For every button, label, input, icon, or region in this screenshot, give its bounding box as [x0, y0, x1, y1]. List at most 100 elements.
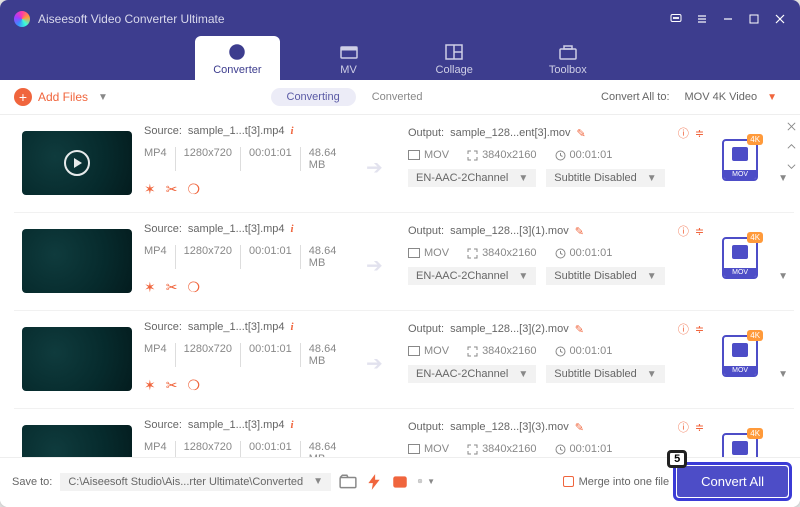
feedback-icon[interactable]	[670, 13, 682, 25]
save-path-select[interactable]: C:\Aiseesoft Studio\Ais...rter Ultimate\…	[60, 473, 331, 491]
menu-icon[interactable]	[696, 13, 708, 25]
info-icon[interactable]: i	[291, 321, 294, 333]
source-duration: 00:01:01	[240, 147, 292, 171]
output-resolution: 3840x2160	[482, 247, 536, 259]
source-filename: sample_1...t[3].mp4	[188, 419, 285, 431]
output-label: Output:	[408, 323, 444, 335]
open-folder-icon[interactable]	[339, 473, 357, 491]
tab-converter[interactable]: Converter	[195, 36, 279, 80]
edit-icon[interactable]: ✶	[144, 181, 156, 198]
compress-icon[interactable]: ≑	[695, 127, 704, 140]
compress-icon[interactable]: ≑	[695, 323, 704, 336]
subtitle-select[interactable]: Subtitle Disabled▼	[546, 365, 664, 383]
merge-checkbox[interactable]: Merge into one file	[563, 476, 670, 488]
audio-track-select[interactable]: EN-AAC-2Channel ▼	[408, 169, 536, 187]
save-path-value: C:\Aiseesoft Studio\Ais...rter Ultimate\…	[68, 476, 303, 488]
output-format: MOV	[424, 149, 449, 161]
source-duration: 00:01:01	[240, 441, 292, 457]
warn-icon[interactable]: ⓘ	[678, 125, 689, 141]
output-format: MOV	[424, 345, 449, 357]
video-thumbnail[interactable]	[22, 229, 132, 293]
output-filename: sample_128...ent[3].mov	[450, 127, 570, 139]
row-format-select[interactable]: MOV	[722, 237, 758, 279]
warn-icon[interactable]: ⓘ	[678, 321, 689, 337]
source-duration: 00:01:01	[240, 343, 292, 367]
high-speed-icon[interactable]	[391, 473, 409, 491]
convert-all-to-label: Convert All to:	[601, 91, 669, 103]
maximize-icon[interactable]	[748, 13, 760, 25]
tab-converted[interactable]: Converted	[356, 88, 439, 106]
enhance-icon[interactable]: ❍	[187, 377, 200, 394]
chevron-down-icon: ▼	[98, 92, 108, 103]
video-thumbnail[interactable]	[22, 131, 132, 195]
output-label: Output:	[408, 127, 444, 139]
audio-track-select[interactable]: EN-AAC-2Channel▼	[408, 365, 536, 383]
tab-mv[interactable]: MV	[320, 36, 378, 80]
checkbox-icon	[563, 476, 574, 487]
edit-icon[interactable]: ✶	[144, 377, 156, 394]
chevron-down-icon: ▼	[778, 271, 788, 282]
merge-label: Merge into one file	[579, 476, 670, 488]
chevron-down-icon: ▼	[518, 173, 528, 184]
output-format-value: MOV 4K Video	[685, 91, 758, 103]
chevron-down-icon: ▼	[647, 173, 657, 184]
enhance-icon[interactable]: ❍	[187, 279, 200, 296]
minimize-icon[interactable]	[722, 13, 734, 25]
pencil-icon[interactable]: ✎	[575, 225, 584, 238]
row-format-select[interactable]: MOV	[722, 335, 758, 377]
info-icon[interactable]: i	[291, 125, 294, 137]
row-format-select[interactable]: MOV	[722, 433, 758, 457]
source-label: Source:	[144, 223, 182, 235]
gpu-boost-icon[interactable]	[365, 473, 383, 491]
cut-icon[interactable]: ✂	[166, 377, 178, 394]
warn-icon[interactable]: ⓘ	[678, 223, 689, 239]
chevron-down-icon: ▼	[313, 476, 323, 487]
source-filename: sample_1...t[3].mp4	[188, 125, 285, 137]
info-icon[interactable]: i	[291, 223, 294, 235]
video-thumbnail[interactable]	[22, 425, 132, 457]
compress-icon[interactable]: ≑	[695, 225, 704, 238]
warn-icon[interactable]: ⓘ	[678, 419, 689, 435]
move-down-icon[interactable]	[786, 161, 797, 175]
row-format-select[interactable]: MOV	[722, 139, 758, 181]
source-resolution: 1280x720	[175, 245, 232, 269]
edit-icon[interactable]: ✶	[144, 279, 156, 296]
tab-label: Converter	[213, 64, 261, 76]
tab-toolbox[interactable]: Toolbox	[531, 36, 605, 80]
subtitle-select[interactable]: Subtitle Disabled▼	[546, 169, 664, 187]
video-thumbnail[interactable]	[22, 327, 132, 391]
source-resolution: 1280x720	[175, 147, 232, 171]
output-format-select[interactable]: MOV 4K Video ▼	[676, 88, 786, 106]
source-filename: sample_1...t[3].mp4	[188, 321, 285, 333]
cut-icon[interactable]: ✂	[166, 279, 178, 296]
output-filename: sample_128...[3](3).mov	[450, 421, 569, 433]
add-files-button[interactable]: + Add Files ▼	[14, 88, 108, 106]
move-up-icon[interactable]	[786, 141, 797, 155]
pencil-icon[interactable]: ✎	[577, 127, 586, 140]
pencil-icon[interactable]: ✎	[575, 323, 584, 336]
settings-icon[interactable]: ▼	[417, 473, 435, 491]
tab-converting[interactable]: Converting	[271, 88, 356, 106]
info-icon[interactable]: i	[291, 419, 294, 431]
output-resolution: 3840x2160	[482, 443, 536, 455]
subtitle-select[interactable]: Subtitle Disabled▼	[546, 267, 664, 285]
pencil-icon[interactable]: ✎	[575, 421, 584, 434]
output-duration: 00:01:01	[570, 443, 613, 455]
compress-icon[interactable]: ≑	[695, 421, 704, 434]
tab-label: Toolbox	[549, 64, 587, 76]
subtitle-value: Subtitle Disabled	[554, 270, 637, 282]
tab-label: Collage	[436, 64, 473, 76]
play-icon	[64, 150, 90, 176]
convert-all-button[interactable]: Convert All	[677, 466, 788, 497]
audio-track-select[interactable]: EN-AAC-2Channel▼	[408, 267, 536, 285]
audio-value: EN-AAC-2Channel	[416, 172, 508, 184]
cut-icon[interactable]: ✂	[166, 181, 178, 198]
tab-collage[interactable]: Collage	[418, 36, 491, 80]
file-row: Source: sample_1...t[3].mp4 i MP4 1280x7…	[14, 311, 794, 409]
arrow-icon: ➔	[366, 419, 396, 457]
toolbox-icon	[557, 42, 579, 62]
source-codec: MP4	[144, 147, 167, 171]
remove-icon[interactable]	[786, 121, 797, 135]
enhance-icon[interactable]: ❍	[187, 181, 200, 198]
close-icon[interactable]	[774, 13, 786, 25]
